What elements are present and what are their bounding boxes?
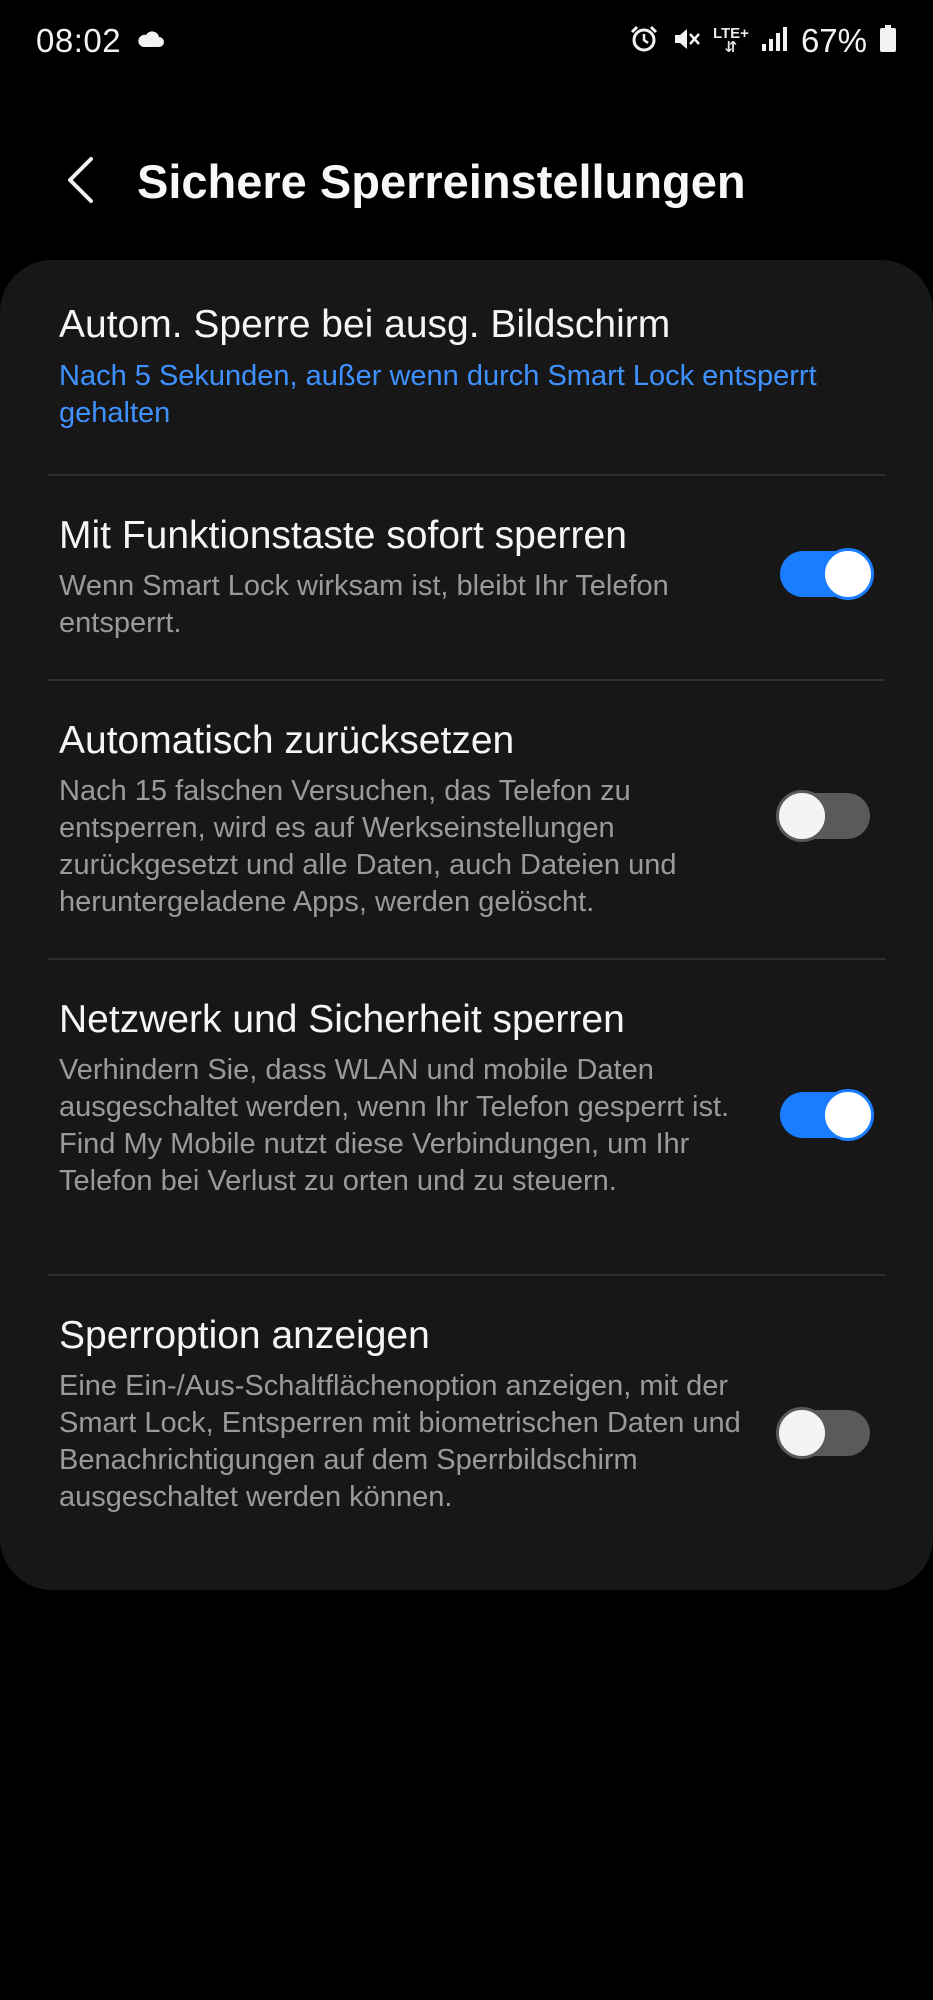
setting-title: Sperroption anzeigen: [59, 1314, 430, 1357]
setting-title: Mit Funktionstaste sofort sperren: [59, 514, 627, 557]
toggle-knob: [776, 790, 828, 842]
setting-subtitle: Wenn Smart Lock wirksam ist, bleibt Ihr …: [59, 570, 669, 639]
setting-show-lock-option[interactable]: Sperroption anzeigen Eine Ein-/Aus-Schal…: [48, 1276, 885, 1590]
setting-power-key-lock[interactable]: Mit Funktionstaste sofort sperren Wenn S…: [48, 476, 885, 679]
status-bar: 08:02 LTE+ ⇵ 67%: [0, 0, 933, 82]
setting-subtitle: Nach 15 falschen Versuchen, das Telefon …: [59, 775, 677, 918]
toggle-knob: [776, 1407, 828, 1459]
setting-subtitle: Eine Ein-/Aus-Schaltflächenoption anzeig…: [59, 1370, 741, 1513]
show-lock-option-toggle[interactable]: [776, 1407, 870, 1459]
setting-title: Netzwerk und Sicherheit sperren: [59, 998, 625, 1041]
setting-network-security-lock[interactable]: Netzwerk und Sicherheit sperren Verhinde…: [48, 960, 885, 1276]
setting-title: Autom. Sperre bei ausg. Bildschirm: [59, 303, 671, 346]
lte-indicator: LTE+ ⇵: [713, 26, 749, 56]
toggle-knob: [822, 1089, 874, 1141]
setting-subtitle: Nach 5 Sekunden, außer wenn durch Smart …: [59, 360, 817, 429]
app-header: Sichere Sperreinstellungen: [0, 130, 933, 236]
status-bar-right: LTE+ ⇵ 67%: [629, 22, 897, 60]
signal-icon: [761, 26, 789, 57]
network-security-lock-toggle[interactable]: [780, 1089, 874, 1141]
mute-icon: [671, 24, 701, 59]
status-time: 08:02: [36, 22, 122, 59]
battery-percent: 67%: [800, 22, 867, 59]
battery-icon: [879, 24, 897, 58]
setting-auto-reset[interactable]: Automatisch zurücksetzen Nach 15 falsche…: [48, 681, 885, 959]
setting-title: Automatisch zurücksetzen: [59, 719, 515, 762]
setting-subtitle: Verhindern Sie, dass WLAN und mobile Dat…: [59, 1054, 730, 1197]
alarm-icon: [629, 24, 659, 59]
setting-auto-lock[interactable]: Autom. Sperre bei ausg. Bildschirm Nach …: [48, 260, 885, 475]
power-key-lock-toggle[interactable]: [780, 548, 874, 600]
status-bar-left: 08:02: [36, 22, 165, 60]
auto-reset-toggle[interactable]: [776, 790, 870, 842]
chevron-left-icon: [65, 156, 95, 209]
page-title: Sichere Sperreinstellungen: [137, 155, 746, 208]
toggle-knob: [822, 548, 874, 600]
data-arrows-icon: ⇵: [724, 39, 738, 56]
settings-card: Autom. Sperre bei ausg. Bildschirm Nach …: [0, 260, 933, 1590]
cloud-icon: [135, 29, 165, 54]
back-button[interactable]: [50, 152, 110, 212]
